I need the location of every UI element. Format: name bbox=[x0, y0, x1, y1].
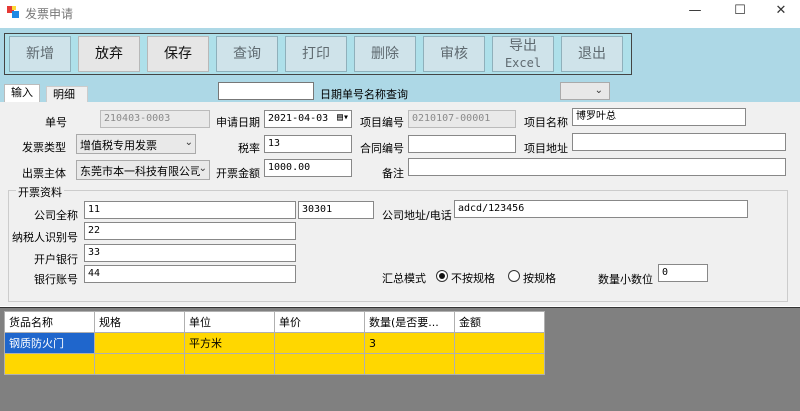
issuer-value: 东莞市本一科技有限公司 bbox=[80, 165, 201, 178]
grid-cell[interactable] bbox=[274, 353, 365, 375]
addr-phone-label: 公司地址/电话 bbox=[382, 209, 452, 222]
close-button[interactable]: ✕ bbox=[762, 0, 800, 24]
new-button[interactable]: 新增 bbox=[9, 36, 71, 72]
search-input[interactable] bbox=[218, 82, 314, 100]
maximize-button[interactable]: ☐ bbox=[721, 0, 759, 24]
company-field[interactable]: 11 bbox=[84, 201, 296, 219]
tax-rate-label: 税率 bbox=[238, 142, 260, 155]
tax-id-field[interactable]: 22 bbox=[84, 222, 296, 240]
window-title: 发票申请 bbox=[25, 7, 74, 21]
col-product-name[interactable]: 货品名称 bbox=[4, 311, 95, 333]
project-name-label: 项目名称 bbox=[524, 116, 568, 129]
doc-no-field[interactable]: 210403-0003 bbox=[100, 110, 210, 128]
doc-no-label: 单号 bbox=[45, 116, 67, 129]
grid-cell[interactable] bbox=[454, 353, 545, 375]
chevron-down-icon: ⌄ bbox=[594, 85, 603, 96]
chevron-down-icon: ⌄ bbox=[198, 163, 207, 174]
amount-label: 开票金额 bbox=[216, 167, 260, 180]
invoice-form: 单号 210403-0003 申请日期 2021-04-03 ▤▾ 项目编号 0… bbox=[0, 102, 800, 306]
table-row[interactable]: 钢质防火门 平方米 3 bbox=[4, 332, 545, 354]
qty-decimals-label: 数量小数位 bbox=[598, 273, 653, 286]
col-unit[interactable]: 单位 bbox=[184, 311, 275, 333]
radio-no-spec[interactable] bbox=[436, 270, 448, 282]
radio-by-spec[interactable] bbox=[508, 270, 520, 282]
col-quantity[interactable]: 数量(是否要... bbox=[364, 311, 455, 333]
apply-date-value: 2021-04-03 bbox=[268, 113, 329, 124]
contract-no-label: 合同编号 bbox=[360, 142, 404, 155]
grid-cell[interactable] bbox=[454, 332, 545, 354]
company-code-field[interactable]: 30301 bbox=[298, 201, 374, 219]
issuer-label: 出票主体 bbox=[22, 167, 66, 180]
contract-no-field[interactable] bbox=[408, 135, 516, 153]
invoice-type-select[interactable]: 增值税专用发票 ⌄ bbox=[76, 134, 196, 154]
account-label: 银行账号 bbox=[34, 273, 78, 286]
radio-by-spec-label[interactable]: 按规格 bbox=[523, 270, 556, 286]
project-no-label: 项目编号 bbox=[360, 116, 404, 129]
amount-field[interactable]: 1000.00 bbox=[264, 159, 352, 177]
bank-label: 开户银行 bbox=[34, 253, 78, 266]
col-amount[interactable]: 金额 bbox=[454, 311, 545, 333]
grid-cell[interactable] bbox=[274, 332, 365, 354]
apply-date-label: 申请日期 bbox=[216, 116, 260, 129]
addr-phone-field[interactable]: adcd/123456 bbox=[454, 200, 748, 218]
grid-cell[interactable] bbox=[94, 353, 185, 375]
company-label: 公司全称 bbox=[34, 209, 78, 222]
invoice-type-value: 增值税专用发票 bbox=[80, 139, 157, 152]
toolbar-panel: 新增 放弃 保存 查询 打印 删除 审核 导出 Excel 退出 bbox=[4, 33, 632, 75]
project-addr-label: 项目地址 bbox=[524, 142, 568, 155]
grid-cell[interactable] bbox=[94, 332, 185, 354]
search-filter-select[interactable]: ⌄ bbox=[560, 82, 610, 100]
grid-cell[interactable]: 钢质防火门 bbox=[4, 332, 95, 354]
app-icon bbox=[7, 6, 19, 18]
toolbar: 新增 放弃 保存 查询 打印 删除 审核 导出 Excel 退出 bbox=[0, 28, 800, 80]
approve-button[interactable]: 审核 bbox=[423, 36, 485, 72]
chevron-down-icon: ⌄ bbox=[184, 137, 193, 148]
export-excel-button[interactable]: 导出 Excel bbox=[492, 36, 554, 72]
project-addr-field[interactable] bbox=[572, 133, 786, 151]
grid-cell[interactable]: 3 bbox=[364, 332, 455, 354]
tab-input[interactable]: 输入 bbox=[4, 84, 40, 104]
detail-grid-area: 货品名称 规格 单位 单价 数量(是否要... 金额 钢质防火门 平方米 3 bbox=[0, 307, 800, 411]
remark-label: 备注 bbox=[382, 167, 404, 180]
billing-info-title: 开票资料 bbox=[16, 184, 64, 200]
col-unit-price[interactable]: 单价 bbox=[274, 311, 365, 333]
apply-date-picker[interactable]: 2021-04-03 ▤▾ bbox=[264, 110, 352, 128]
tax-rate-field[interactable]: 13 bbox=[264, 135, 352, 153]
minimize-button[interactable]: — bbox=[676, 0, 714, 24]
summary-mode-label: 汇总模式 bbox=[382, 272, 426, 285]
col-spec[interactable]: 规格 bbox=[94, 311, 185, 333]
bank-field[interactable]: 33 bbox=[84, 244, 296, 262]
project-name-field[interactable]: 博罗叶总 bbox=[572, 108, 746, 126]
qty-decimals-field[interactable]: 0 bbox=[658, 264, 708, 282]
grid-cell[interactable] bbox=[184, 353, 275, 375]
title-bar: 发票申请 — ☐ ✕ bbox=[0, 0, 800, 24]
delete-button[interactable]: 删除 bbox=[354, 36, 416, 72]
save-button[interactable]: 保存 bbox=[147, 36, 209, 72]
search-label: 日期单号名称查询 bbox=[320, 88, 408, 101]
query-button[interactable]: 查询 bbox=[216, 36, 278, 72]
invoice-type-label: 发票类型 bbox=[22, 141, 66, 154]
grid-cell[interactable]: 平方米 bbox=[184, 332, 275, 354]
exit-button[interactable]: 退出 bbox=[561, 36, 623, 72]
account-field[interactable]: 44 bbox=[84, 265, 296, 283]
tax-id-label: 纳税人识别号 bbox=[12, 231, 78, 244]
detail-grid: 货品名称 规格 单位 单价 数量(是否要... 金额 钢质防火门 平方米 3 bbox=[4, 311, 545, 375]
remark-field[interactable] bbox=[408, 158, 786, 176]
grid-header-row: 货品名称 规格 单位 单价 数量(是否要... 金额 bbox=[4, 311, 545, 333]
discard-button[interactable]: 放弃 bbox=[78, 36, 140, 72]
calendar-icon[interactable]: ▤▾ bbox=[337, 111, 349, 125]
print-button[interactable]: 打印 bbox=[285, 36, 347, 72]
issuer-select[interactable]: 东莞市本一科技有限公司 ⌄ bbox=[76, 160, 210, 180]
grid-cell[interactable] bbox=[364, 353, 455, 375]
grid-cell[interactable] bbox=[4, 353, 95, 375]
radio-no-spec-label[interactable]: 不按规格 bbox=[451, 270, 495, 286]
table-row[interactable] bbox=[4, 353, 545, 375]
project-no-field[interactable]: 0210107-00001 bbox=[408, 110, 516, 128]
